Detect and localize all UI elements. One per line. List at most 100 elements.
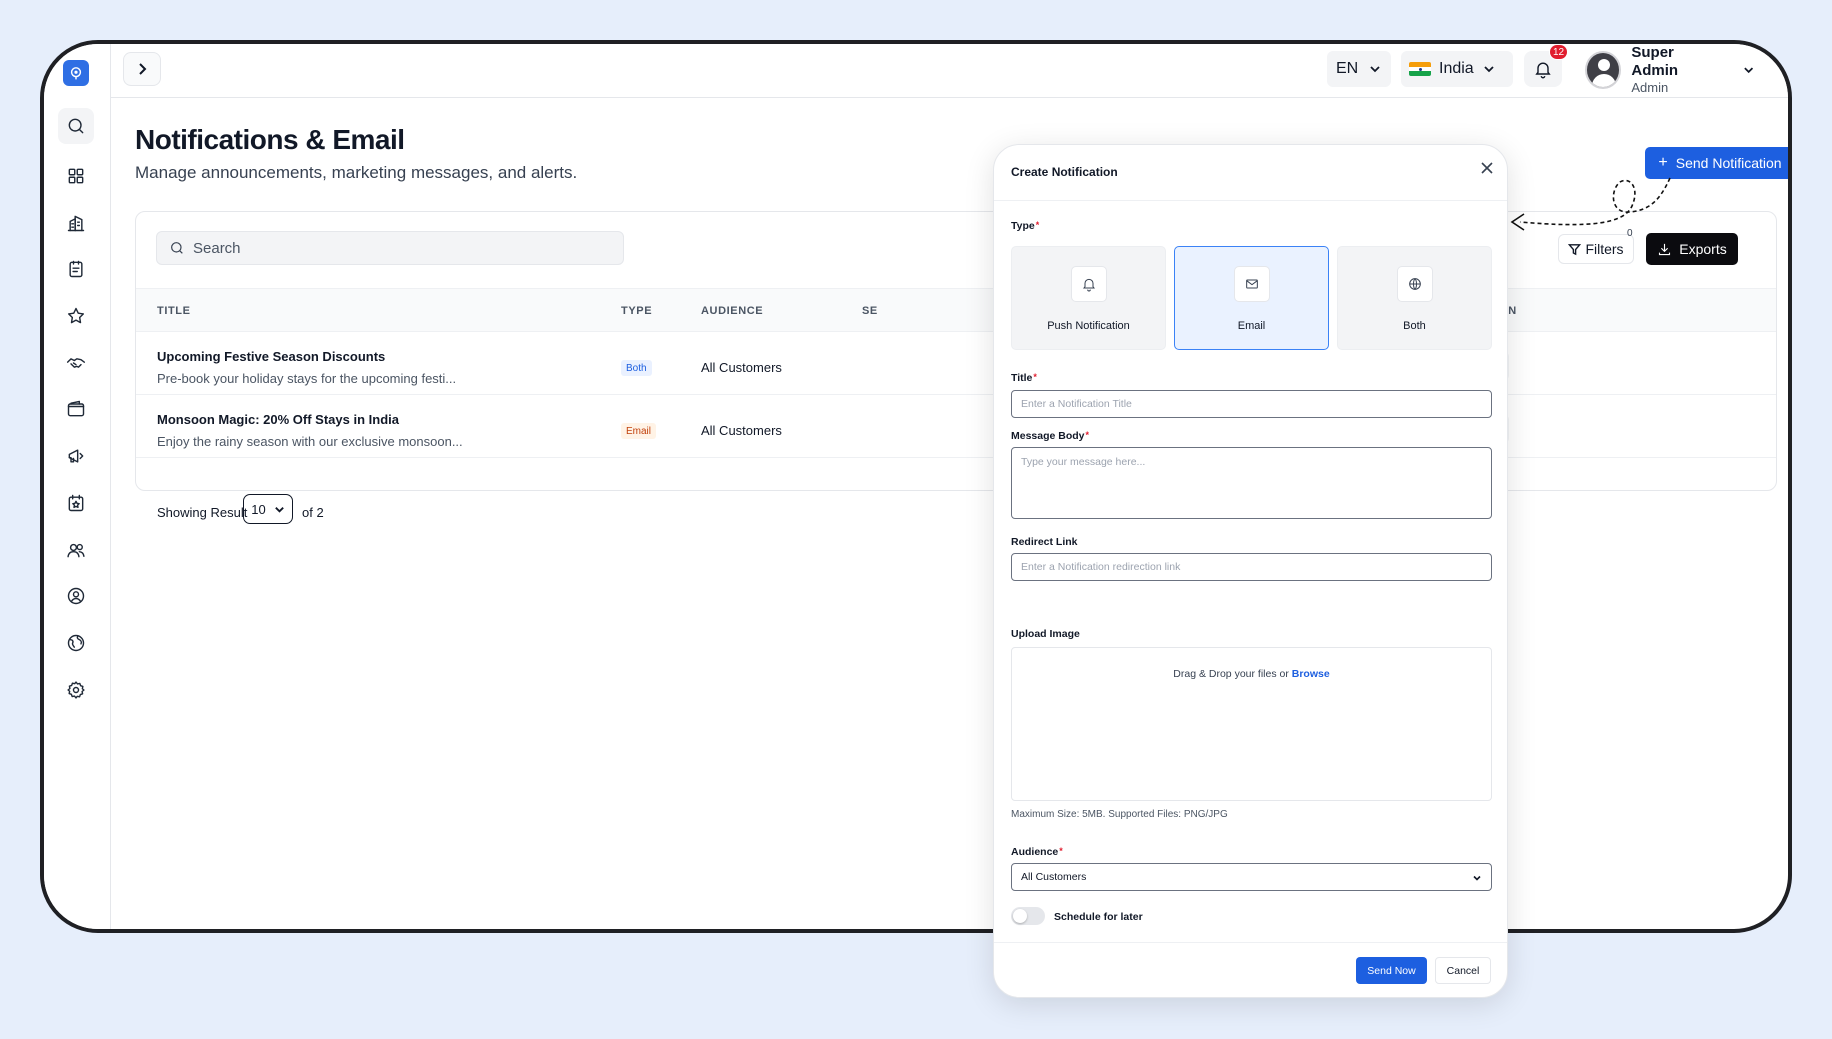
row-description: Enjoy the rainy season with our exclusiv…: [157, 434, 463, 449]
avatar: [1585, 51, 1622, 89]
type-option-push[interactable]: Push Notification: [1011, 246, 1166, 350]
user-role: Admin: [1631, 80, 1669, 95]
redirect-link-label: Redirect Link: [1011, 536, 1078, 548]
country-selector[interactable]: India: [1401, 51, 1513, 87]
browse-link[interactable]: Browse: [1292, 668, 1330, 680]
upload-hint: Maximum Size: 5MB. Supported Files: PNG/…: [1011, 809, 1228, 820]
language-selector[interactable]: EN: [1327, 51, 1391, 87]
globe-icon[interactable]: [64, 631, 88, 655]
handshake-icon[interactable]: [64, 351, 88, 375]
download-icon: [1659, 243, 1671, 255]
modal-title: Create Notification: [1011, 165, 1118, 179]
user-profile-menu[interactable]: Super Admin Admin: [1585, 44, 1755, 95]
top-bar: EN India 12 Super Admin Admin: [111, 44, 1788, 98]
language-value: EN: [1336, 60, 1359, 77]
column-header-se: SE: [862, 305, 878, 317]
send-notification-button[interactable]: + Send Notification: [1645, 147, 1788, 179]
country-value: India: [1439, 60, 1474, 77]
chevron-down-icon: [1743, 67, 1753, 74]
type-badge: Email: [621, 423, 657, 439]
create-notification-modal: Create Notification Type* Push Notificat…: [993, 144, 1508, 998]
type-option-both[interactable]: Both: [1337, 246, 1492, 350]
chevron-down-icon: [274, 506, 284, 513]
audience-value: All Customers: [1021, 871, 1087, 883]
calendar-star-icon[interactable]: [64, 491, 88, 515]
upload-instructions: Drag & Drop your files or Browse: [1012, 668, 1491, 680]
type-option-label: Both: [1403, 320, 1426, 332]
mail-icon: [1234, 266, 1270, 302]
users-icon[interactable]: [64, 538, 88, 562]
modal-footer: Send Now Cancel: [994, 942, 1507, 997]
title-label-text: Title: [1011, 372, 1033, 384]
app-window: EN India 12 Super Admin Admin Notificati…: [40, 40, 1792, 933]
close-button[interactable]: [1478, 159, 1496, 177]
megaphone-icon[interactable]: [64, 444, 88, 468]
table-row[interactable]: Monsoon Magic: 20% Off Stays in India En…: [136, 395, 1776, 458]
table-header: TITLE TYPE AUDIENCE SE T) ACTION: [136, 288, 1776, 332]
exports-button[interactable]: Exports: [1646, 233, 1738, 265]
exports-label: Exports: [1679, 241, 1727, 257]
wallet-icon[interactable]: [64, 397, 88, 421]
user-name: Super Admin: [1631, 44, 1679, 79]
chevron-down-icon: [1473, 875, 1481, 881]
message-body-label: Message Body*: [1011, 430, 1090, 442]
redirect-link-input[interactable]: [1011, 553, 1492, 581]
schedule-toggle[interactable]: [1011, 907, 1045, 925]
audience-select[interactable]: All Customers: [1011, 863, 1492, 891]
notification-count-badge: 12: [1549, 44, 1568, 60]
plus-icon: +: [1658, 154, 1668, 171]
message-body-label-text: Message Body: [1011, 430, 1085, 442]
search-input[interactable]: [193, 239, 593, 257]
globe-icon: [1397, 266, 1433, 302]
star-icon[interactable]: [64, 304, 88, 328]
type-option-email[interactable]: Email: [1174, 246, 1329, 350]
cancel-button[interactable]: Cancel: [1435, 957, 1491, 984]
filter-icon: [1568, 243, 1582, 255]
title-input[interactable]: [1011, 390, 1492, 418]
row-description: Pre-book your holiday stays for the upco…: [157, 371, 457, 386]
settings-gear-icon[interactable]: [64, 678, 88, 702]
india-flag-icon: [1409, 62, 1431, 76]
type-option-label: Email: [1237, 320, 1266, 332]
search-icon: [171, 242, 183, 254]
chevron-down-icon: [1484, 66, 1494, 73]
page-subtitle: Manage announcements, marketing messages…: [135, 163, 578, 182]
audience-label-text: Audience: [1011, 846, 1059, 858]
expand-sidebar-button[interactable]: [123, 52, 161, 86]
title-label: Title*: [1011, 372, 1037, 384]
main-content: Notifications & Email Manage announcemen…: [111, 98, 1788, 929]
notifications-table-card: Filters 0 Exports TITLE TYPE AUDIENCE SE…: [135, 211, 1777, 524]
per-page-select[interactable]: 10: [243, 494, 293, 524]
building-icon[interactable]: [64, 211, 88, 235]
chevron-right-icon: [139, 63, 147, 75]
upload-text: Drag & Drop your files or: [1173, 668, 1289, 680]
close-icon: [1481, 162, 1493, 174]
search-box[interactable]: [156, 231, 624, 265]
bell-icon: [1535, 62, 1551, 79]
upload-image-label: Upload Image: [1011, 628, 1080, 640]
column-header-type: TYPE: [621, 305, 653, 317]
per-page-value: 10: [251, 501, 266, 517]
upload-dropzone[interactable]: Drag & Drop your files or Browse: [1011, 647, 1492, 801]
sidebar: [44, 44, 111, 929]
sidebar-search-icon[interactable]: [58, 108, 94, 144]
send-notification-label: Send Notification: [1675, 155, 1782, 171]
audience-label: Audience*: [1011, 846, 1063, 858]
type-badge: Both: [621, 360, 652, 376]
table-row[interactable]: Upcoming Festive Season Discounts Pre-bo…: [136, 332, 1776, 395]
message-body-textarea[interactable]: [1011, 447, 1492, 519]
clipboard-icon[interactable]: [64, 257, 88, 281]
total-pages-label: of 2: [302, 505, 324, 520]
row-title: Monsoon Magic: 20% Off Stays in India: [157, 412, 399, 427]
filters-label: Filters: [1585, 241, 1624, 257]
dashboard-grid-icon[interactable]: [64, 164, 88, 188]
filters-button[interactable]: Filters: [1558, 234, 1634, 264]
type-label: Type*: [1011, 220, 1040, 232]
user-circle-icon[interactable]: [64, 584, 88, 608]
page-title: Notifications & Email: [135, 124, 405, 155]
bell-icon: [1071, 266, 1107, 302]
row-audience: All Customers: [701, 423, 782, 438]
column-header-audience: AUDIENCE: [701, 305, 764, 317]
brand-logo[interactable]: [63, 60, 89, 86]
send-now-button[interactable]: Send Now: [1356, 957, 1427, 984]
